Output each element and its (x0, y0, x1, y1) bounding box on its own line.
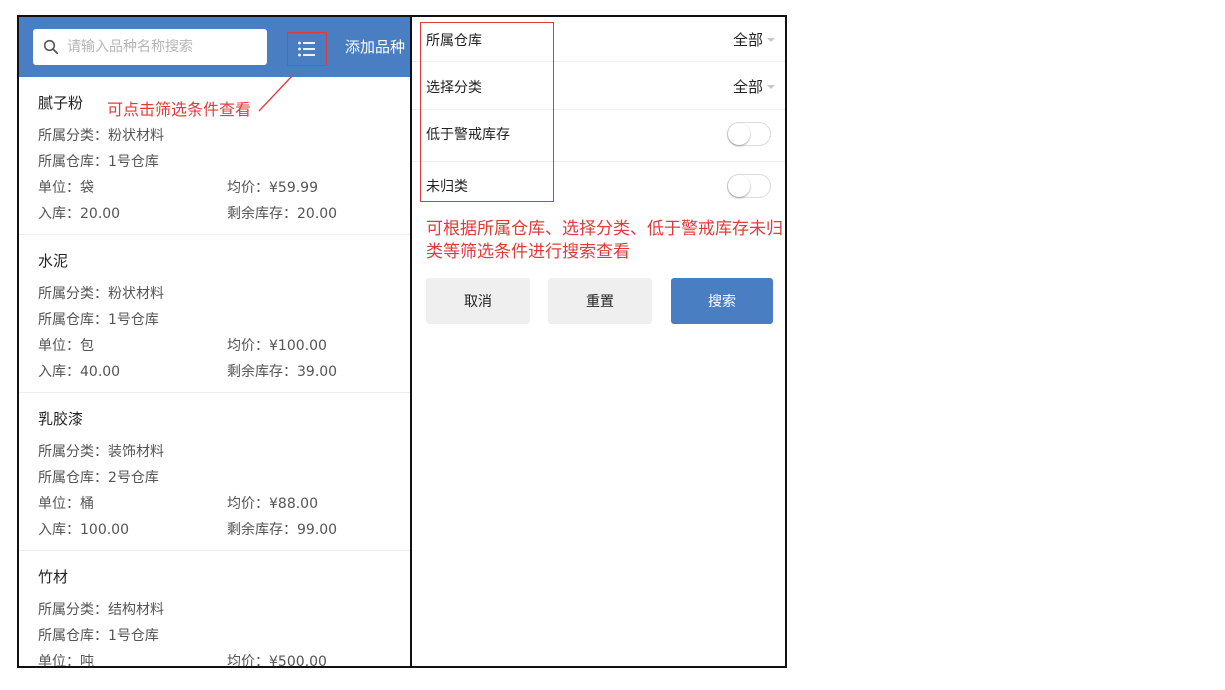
annotation-pointer-line (258, 74, 294, 112)
filter-row-warehouse[interactable]: 所属仓库 全部 (412, 17, 785, 62)
list-item[interactable]: 乳胶漆 所属分类：装饰材料 所属仓库：2号仓库 单位：桶 均价：¥88.00 入… (19, 393, 410, 551)
filter-warehouse-value[interactable]: 全部 (733, 29, 763, 50)
search-box[interactable] (33, 29, 267, 65)
annotation-click-filter: 可点击筛选条件查看 (107, 100, 252, 119)
product-price: 均价：¥500.00 (227, 654, 327, 666)
filter-row-uncategorized[interactable]: 未归类 (412, 162, 785, 212)
toggle-knob (728, 123, 750, 145)
top-bar: 添加品种 (19, 17, 410, 77)
product-warehouse: 所属仓库：2号仓库 (38, 470, 159, 486)
product-stock-in: 入库：40.00 (38, 364, 121, 380)
product-remaining: 剩余库存：99.00 (227, 522, 338, 538)
product-price: 均价：¥88.00 (227, 496, 318, 512)
reset-button[interactable]: 重置 (548, 278, 652, 324)
search-button[interactable]: 搜索 (671, 278, 773, 324)
annotation-filter-description: 可根据所属仓库、选择分类、低于警戒库存未归类等筛选条件进行搜索查看 (426, 219, 783, 262)
search-input[interactable] (65, 31, 259, 63)
product-warehouse: 所属仓库：1号仓库 (38, 628, 159, 644)
list-item[interactable]: 水泥 所属分类：粉状材料 所属仓库：1号仓库 单位：包 均价：¥100.00 入… (19, 235, 410, 393)
filter-category-label: 选择分类 (426, 80, 482, 96)
product-name: 竹材 (38, 568, 69, 586)
filter-warehouse-label: 所属仓库 (426, 33, 482, 49)
filter-screen: 所属仓库 全部 选择分类 全部 低于警戒库存 未归类 可根据所属仓库、选择分类、… (412, 17, 785, 666)
cancel-button[interactable]: 取消 (426, 278, 530, 324)
add-product-button[interactable]: 添加品种 (345, 36, 405, 57)
screenshot-stage: 添加品种 腻子粉 所属分类：粉状材料 所属仓库：1号仓库 单位：袋 均价：¥59… (0, 0, 1225, 690)
product-warehouse: 所属仓库：1号仓库 (38, 154, 159, 170)
chevron-down-icon (767, 38, 775, 42)
search-icon (43, 39, 59, 55)
product-stock-in: 入库：100.00 (38, 522, 129, 538)
product-category: 所属分类：粉状材料 (38, 286, 164, 302)
product-price: 均价：¥59.99 (227, 180, 318, 196)
product-price: 均价：¥100.00 (227, 338, 327, 354)
uncategorized-toggle[interactable] (727, 174, 771, 198)
product-warehouse: 所属仓库：1号仓库 (38, 312, 159, 328)
composite-frame: 添加品种 腻子粉 所属分类：粉状材料 所属仓库：1号仓库 单位：袋 均价：¥59… (17, 15, 787, 668)
product-name: 水泥 (38, 252, 69, 270)
product-list: 腻子粉 所属分类：粉状材料 所属仓库：1号仓库 单位：袋 均价：¥59.99 入… (19, 77, 410, 666)
filter-low-stock-label: 低于警戒库存 (426, 127, 510, 143)
filter-row-category[interactable]: 选择分类 全部 (412, 62, 785, 110)
filter-category-value[interactable]: 全部 (733, 76, 763, 97)
product-stock-in: 入库：20.00 (38, 206, 121, 222)
product-unit: 单位：包 (38, 338, 94, 354)
list-icon (298, 41, 315, 57)
low-stock-toggle[interactable] (727, 122, 771, 146)
list-item[interactable]: 竹材 所属分类：结构材料 所属仓库：1号仓库 单位：吨 均价：¥500.00 (19, 551, 410, 666)
product-unit: 单位：袋 (38, 180, 94, 196)
filter-menu-button[interactable] (287, 32, 327, 66)
product-category: 所属分类：粉状材料 (38, 128, 164, 144)
product-remaining: 剩余库存：39.00 (227, 364, 338, 380)
product-category: 所属分类：装饰材料 (38, 444, 164, 460)
product-name: 腻子粉 (38, 94, 84, 112)
filter-row-low-stock[interactable]: 低于警戒库存 (412, 110, 785, 162)
filter-uncategorized-label: 未归类 (426, 179, 468, 195)
product-name: 乳胶漆 (38, 410, 84, 428)
product-category: 所属分类：结构材料 (38, 602, 164, 618)
product-unit: 单位：吨 (38, 654, 94, 666)
product-unit: 单位：桶 (38, 496, 94, 512)
toggle-knob (728, 175, 750, 197)
chevron-down-icon (767, 85, 775, 89)
product-list-screen: 添加品种 腻子粉 所属分类：粉状材料 所属仓库：1号仓库 单位：袋 均价：¥59… (19, 17, 410, 666)
product-remaining: 剩余库存：20.00 (227, 206, 338, 222)
